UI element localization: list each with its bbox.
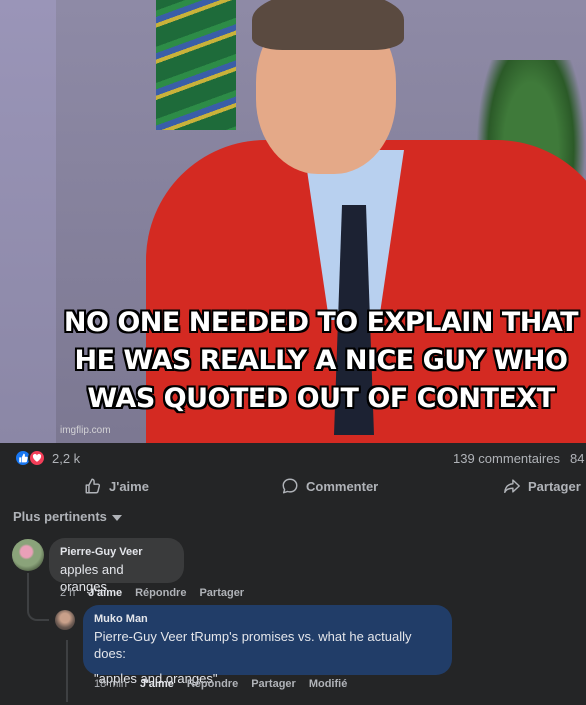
reply-edited-label[interactable]: Modifié [309,678,348,690]
love-icon [28,449,46,467]
comment-button-label: Commenter [306,478,379,494]
comment-bubble-icon [282,478,298,494]
thumbs-up-icon [85,478,101,494]
reply-thread-line [66,640,68,702]
sort-label: Plus pertinents [13,509,107,524]
avatar[interactable] [55,610,75,630]
post-action-bar: J'aime Commenter Partager [0,470,586,502]
share-button-label: Partager [528,478,581,494]
comment-timestamp[interactable]: 2 h [60,587,75,599]
comment-author[interactable]: Pierre-Guy Veer [60,546,173,558]
reaction-summary[interactable]: 2,2 k [14,449,80,467]
reply-timestamp[interactable]: 18 min [94,678,127,690]
caret-down-icon [111,514,122,521]
caption-line-2: HE WAS REALLY A NICE GUY WHO [74,345,568,376]
comment-share-button[interactable]: Partager [199,587,244,599]
comment-count-link[interactable]: 139 commentaires [453,451,560,466]
comment-like-button[interactable]: J'aime [88,587,122,599]
image-left-edge [0,0,56,443]
reply-bubble: Muko Man Pierre-Guy Veer tRump's promise… [83,605,452,686]
watermark: imgflip.com [60,425,111,436]
reply-author[interactable]: Muko Man [94,613,441,625]
reply-like-button[interactable]: J'aime [140,678,174,690]
avatar[interactable] [12,539,44,571]
comment-sort-dropdown[interactable]: Plus pertinents [13,509,122,524]
reply-text: Pierre-Guy Veer tRump's promises vs. wha… [94,629,412,661]
comment-actions: 2 h J'aime Répondre Partager [60,587,244,599]
comment-button[interactable]: Commenter [281,470,378,502]
like-button[interactable]: J'aime [84,470,149,502]
caption-line-1: NO ONE NEEDED TO EXPLAIN THAT [63,307,579,338]
reply-actions: 18 min J'aime Répondre Partager Modifié [94,678,347,690]
like-button-label: J'aime [109,478,149,494]
reply-share-button[interactable]: Partager [251,678,296,690]
curtain-decoration [156,0,236,130]
hair [252,0,404,50]
comment-bubble: Pierre-Guy Veer apples and oranges [49,538,184,594]
share-arrow-icon [504,479,520,494]
share-button[interactable]: Partager [503,470,581,502]
post-image[interactable]: NO ONE NEEDED TO EXPLAIN THAT HE WAS REA… [0,0,586,443]
comment-reply-button[interactable]: Répondre [135,587,186,599]
caption-line-3: WAS QUOTED OUT OF CONTEXT [87,383,555,414]
reaction-count: 2,2 k [52,450,81,466]
reply-reply-button[interactable]: Répondre [187,678,238,690]
meme-caption: NO ONE NEEDED TO EXPLAIN THAT HE WAS REA… [56,304,586,418]
share-count-link[interactable]: 84 [570,451,584,466]
thread-connector [27,573,49,621]
